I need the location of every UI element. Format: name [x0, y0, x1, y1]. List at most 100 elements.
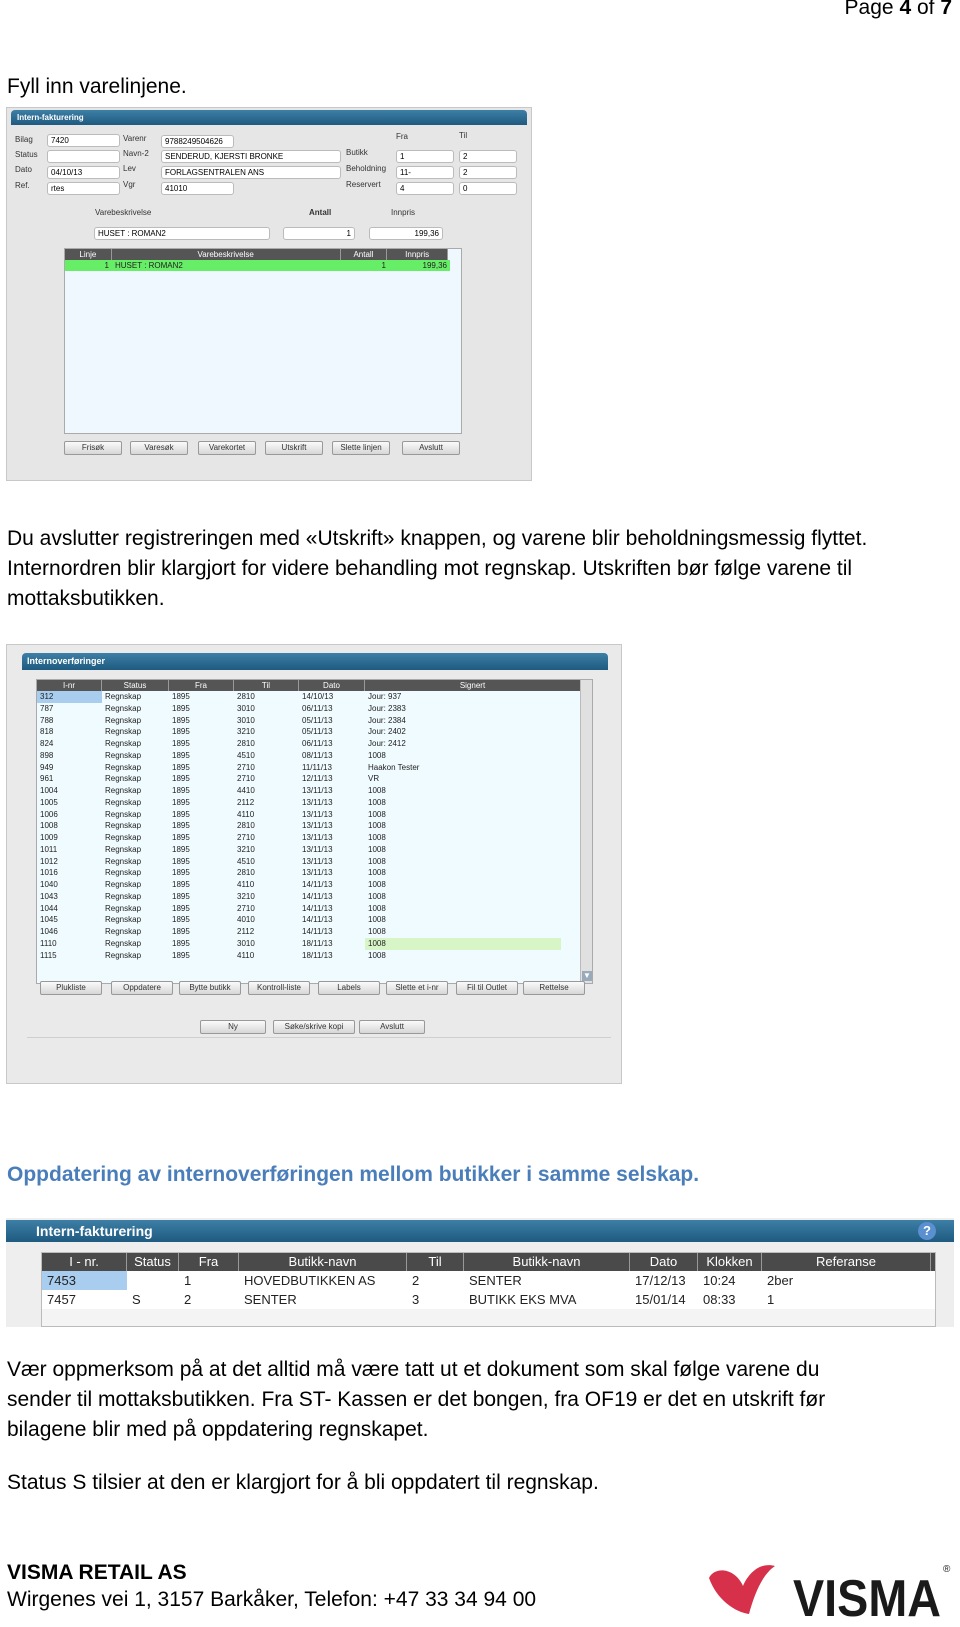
button-plukliste[interactable]: Plukliste — [40, 981, 102, 995]
table-row[interactable]: 1044 Regnskap 1895 2710 14/11/13 1008 — [37, 903, 592, 915]
column-header-linje[interactable]: Linje — [65, 249, 112, 260]
dato-input[interactable]: 04/10/13 — [47, 166, 120, 179]
scroll-down-icon[interactable]: ▼ — [582, 971, 592, 981]
column-header-klokken[interactable]: Klokken — [698, 1253, 762, 1271]
button-fil-til-outlet[interactable]: Fil til Outlet — [456, 981, 518, 995]
table-row[interactable]: 1011 Regnskap 1895 3210 13/11/13 1008 — [37, 844, 592, 856]
button-utskrift[interactable]: Utskrift — [265, 441, 323, 455]
button-slette-linjen[interactable]: Slette linjen — [332, 441, 390, 455]
column-header-butikk-navn[interactable]: Butikk-navn — [464, 1253, 630, 1271]
column-header-signert[interactable]: Signert — [365, 680, 581, 691]
column-header-antall[interactable]: Antall — [341, 249, 388, 260]
paragraph-2-line: bilagene blir med på oppdatering regnska… — [7, 1418, 429, 1441]
button-bytte-butikk[interactable]: Bytte butikk — [179, 981, 241, 995]
table-row[interactable]: 1006 Regnskap 1895 4110 13/11/13 1008 — [37, 809, 592, 821]
column-header-fra[interactable]: Fra — [169, 680, 234, 691]
antall-input[interactable]: 1 — [283, 227, 355, 240]
table-cell: 4110 — [237, 950, 255, 960]
table-row[interactable]: 1009 Regnskap 1895 2710 13/11/13 1008 — [37, 832, 592, 844]
column-header-til[interactable]: Til — [234, 680, 299, 691]
beholdning-fra-input[interactable]: 11- — [396, 166, 454, 179]
button-avslutt[interactable]: Avslutt — [359, 1020, 425, 1034]
column-header-status[interactable]: Status — [127, 1253, 179, 1271]
column-header-dato[interactable]: Dato — [630, 1253, 698, 1271]
ref-input[interactable]: rtes — [47, 182, 120, 195]
table-row[interactable]: 1115 Regnskap 1895 4110 18/11/13 1008 — [37, 950, 592, 962]
table-row[interactable]: 7453 1 HOVEDBUTIKKEN AS 2 SENTER 17/12/13 10:2… — [42, 1271, 935, 1290]
reservert-til-input[interactable]: 0 — [459, 182, 517, 195]
column-header-referanse[interactable]: Referanse — [762, 1253, 931, 1271]
button-frisøk[interactable]: Frisøk — [64, 441, 122, 455]
table-row[interactable]: 1004 Regnskap 1895 4410 13/11/13 1008 — [37, 785, 592, 797]
vgr-input[interactable]: 41010 — [161, 182, 234, 195]
table-row[interactable]: 1005 Regnskap 1895 2112 13/11/13 1008 — [37, 797, 592, 809]
table-row[interactable]: 1110 Regnskap 1895 3010 18/11/13 1008 — [37, 937, 592, 950]
lev-input[interactable]: FORLAGSENTRALEN ANS — [161, 166, 341, 179]
table-row[interactable]: 824 Regnskap 1895 2810 06/11/13 Jour: 2412 — [37, 738, 592, 750]
column-header-butikk-navn[interactable]: Butikk-navn — [239, 1253, 407, 1271]
table-row[interactable]: 898 Regnskap 1895 4510 08/11/13 1008 — [37, 750, 592, 762]
status-label: Status — [15, 150, 38, 159]
column-header-i-nr[interactable]: I-nr — [37, 680, 102, 691]
antall-label: Antall — [309, 208, 332, 217]
table-row[interactable]: 961 Regnskap 1895 2710 12/11/13 VR — [37, 773, 592, 785]
table-row[interactable]: 1016 Regnskap 1895 2810 13/11/13 1008 — [37, 867, 592, 879]
table-row[interactable]: 818 Regnskap 1895 3210 05/11/13 Jour: 2402 — [37, 726, 592, 738]
table-cell: 13/11/13 — [302, 797, 333, 807]
table-row[interactable]: 949 Regnskap 1895 2710 11/11/13 Haakon Tester — [37, 762, 592, 774]
logo-text: VISMA — [793, 1570, 941, 1622]
varenr-input[interactable]: 9788249504626 — [161, 135, 234, 148]
beholdning-til-input[interactable]: 2 — [459, 166, 517, 179]
column-header-status[interactable]: Status — [102, 680, 169, 691]
table-row[interactable]: 1045 Regnskap 1895 4010 14/11/13 1008 — [37, 914, 592, 926]
help-icon[interactable]: ? — [918, 1222, 936, 1240]
table-cell: SENTER — [244, 1292, 297, 1307]
button-slette-et-i-nr[interactable]: Slette et i-nr — [386, 981, 448, 995]
internoverforinger-grid[interactable]: I-nr Status Fra Til Dato Signert 312 Regnskap 18… — [36, 679, 593, 984]
button-oppdatere[interactable]: Oppdatere — [111, 981, 173, 995]
column-header-i-nr-[interactable]: I - nr. — [42, 1253, 127, 1271]
page-current: 4 — [899, 0, 912, 19]
varebeskrivelse-input[interactable]: HUSET : ROMAN2 — [94, 227, 270, 240]
column-header-til[interactable]: Til — [407, 1253, 464, 1271]
column-header-dato[interactable]: Dato — [299, 680, 365, 691]
table-row[interactable]: 7457 S 2 SENTER 3 BUTIKK EKS MVA 15/01/14 08:33… — [42, 1290, 935, 1309]
button-avslutt[interactable]: Avslutt — [402, 441, 460, 455]
button-kontroll-liste[interactable]: Kontroll-liste — [248, 981, 310, 995]
table-row[interactable]: 787 Regnskap 1895 3010 06/11/13 Jour: 2383 — [37, 703, 592, 715]
butikk-til-input[interactable]: 2 — [459, 150, 517, 163]
column-header-innpris[interactable]: Innpris — [387, 249, 449, 260]
divider — [27, 1037, 611, 1038]
innpris-input[interactable]: 199,36 — [369, 227, 443, 240]
column-header-fra[interactable]: Fra — [179, 1253, 239, 1271]
table-row[interactable]: 1046 Regnskap 1895 2112 14/11/13 1008 — [37, 926, 592, 938]
scrollbar[interactable]: ▼ — [580, 680, 592, 983]
button-labels[interactable]: Labels — [318, 981, 380, 995]
intern-fakturering-grid[interactable]: I - nr. Status Fra Butikk-navn Til Butikk-nav… — [41, 1252, 936, 1327]
table-row[interactable]: 1040 Regnskap 1895 4110 14/11/13 1008 — [37, 879, 592, 891]
bilag-input[interactable]: 7420 — [47, 134, 120, 147]
table-row[interactable]: 1012 Regnskap 1895 4510 13/11/13 1008 — [37, 856, 592, 868]
table-row[interactable]: 1043 Regnskap 1895 3210 14/11/13 1008 — [37, 891, 592, 903]
button-varesøk[interactable]: Varesøk — [130, 441, 188, 455]
table-row[interactable]: 1008 Regnskap 1895 2810 13/11/13 1008 — [37, 820, 592, 832]
butikk-fra-input[interactable]: 1 — [396, 150, 454, 163]
page-prefix: Page — [844, 0, 900, 19]
table-cell: 1008 — [368, 903, 386, 913]
button-søke-skrive-kopi[interactable]: Søke/skrive kopi — [273, 1020, 355, 1034]
button-rettelse[interactable]: Rettelse — [523, 981, 585, 995]
table-row[interactable]: 312 Regnskap 1895 2810 14/10/13 Jour: 937 — [37, 691, 592, 703]
table-cell: 1012 — [40, 856, 58, 866]
column-header-varebeskrivelse[interactable]: Varebeskrivelse — [112, 249, 341, 260]
reservert-fra-input[interactable]: 4 — [396, 182, 454, 195]
table-cell: 1008 — [368, 915, 386, 925]
varelinjer-grid[interactable]: Linje Varebeskrivelse Antall Innpris 1 HUSET … — [64, 248, 462, 434]
button-ny[interactable]: Ny — [200, 1020, 266, 1034]
status-input[interactable] — [47, 150, 120, 163]
table-row[interactable]: 1 HUSET : ROMAN2 1 199,36 — [65, 260, 461, 271]
button-varekortet[interactable]: Varekortet — [198, 441, 256, 455]
table-cell: 199,36 — [389, 260, 450, 271]
paragraph-2: Vær oppmerksom på at det alltid må være … — [7, 1355, 825, 1445]
table-row[interactable]: 788 Regnskap 1895 3010 05/11/13 Jour: 2384 — [37, 715, 592, 727]
navn2-input[interactable]: SENDERUD, KJERSTI BRONKE — [161, 150, 341, 163]
